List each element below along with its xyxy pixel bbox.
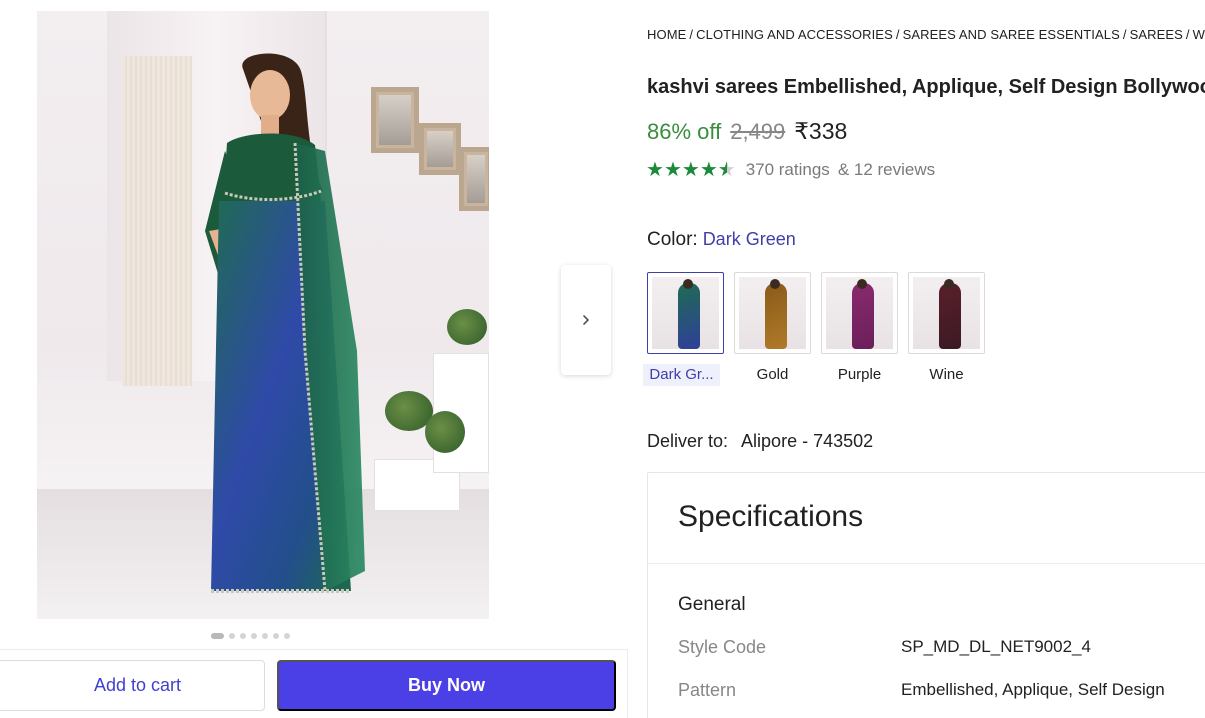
breadcrumb-item-sarees[interactable]: SAREES	[1130, 27, 1183, 42]
gallery-pagination	[211, 633, 290, 639]
photo-plant-2	[425, 411, 465, 453]
gallery-dot[interactable]	[262, 633, 268, 639]
specifications-divider	[648, 563, 1205, 564]
action-bar-vertical-divider	[627, 649, 628, 718]
rating-row[interactable]: ★ ★ ★ ★ ★ 370 ratings & 12 reviews	[646, 160, 935, 180]
product-main-image[interactable]	[37, 11, 489, 619]
star-icon: ★	[681, 159, 700, 181]
color-swatch-dark-green[interactable]: Dark Gr...	[643, 272, 724, 386]
swatch-thumbnail	[652, 277, 719, 349]
swatch-label: Dark Gr...	[643, 364, 720, 386]
spec-group-title: General	[678, 594, 746, 615]
gallery-dot[interactable]	[240, 633, 246, 639]
saree-model-figure	[205, 53, 365, 593]
spec-key: Pattern	[678, 680, 737, 700]
add-to-cart-button[interactable]: Add to cart	[0, 660, 265, 711]
gallery-dot[interactable]	[273, 633, 279, 639]
deliver-label: Deliver to:	[647, 431, 729, 451]
star-icon: ★	[646, 159, 664, 181]
swatch-thumbnail	[739, 277, 806, 349]
color-swatch-gold[interactable]: Gold	[734, 272, 811, 386]
gallery-dot[interactable]	[229, 633, 235, 639]
price-row: 86% off 2,499 ₹338	[647, 118, 847, 145]
spec-value: SP_MD_DL_NET9002_4	[901, 637, 1091, 656]
color-swatch-wine[interactable]: Wine	[908, 272, 985, 386]
original-price: 2,499	[730, 119, 786, 144]
star-icon: ★	[663, 159, 682, 181]
ratings-count[interactable]: 370 ratings	[746, 160, 830, 180]
swatch-thumbnail	[913, 277, 980, 349]
reviews-count[interactable]: & 12 reviews	[838, 160, 935, 180]
selected-color: Dark Green	[702, 229, 796, 249]
specifications-panel: Specifications General Style Code SP_MD_…	[647, 472, 1205, 718]
spec-row: Pattern Embellished, Applique, Self Desi…	[678, 680, 1165, 701]
chevron-right-icon	[583, 315, 589, 325]
color-swatch-purple[interactable]: Purple	[821, 272, 898, 386]
star-icon: ★	[699, 159, 718, 181]
rating-stars: ★ ★ ★ ★ ★	[646, 160, 736, 180]
photo-frame-3	[459, 147, 489, 211]
spec-row: Style Code SP_MD_DL_NET9002_4	[678, 637, 1091, 658]
buy-now-button[interactable]: Buy Now	[277, 660, 616, 711]
spec-value: Embellished, Applique, Self Design	[901, 680, 1165, 699]
spec-key: Style Code	[678, 637, 767, 657]
delivery-location[interactable]: Alipore - 743502	[741, 431, 873, 451]
star-half-icon: ★	[717, 159, 736, 181]
breadcrumb-item-women[interactable]: WOMEN	[1193, 27, 1205, 42]
gallery-dot[interactable]	[284, 633, 290, 639]
breadcrumb-item-sarees-essentials[interactable]: SAREES AND SAREE ESSENTIALS	[903, 27, 1120, 42]
product-title: kashvi sarees Embellished, Applique, Sel…	[647, 76, 1205, 98]
breadcrumb: HOME / CLOTHING AND ACCESSORIES / SAREES AND…	[647, 27, 1205, 42]
gallery-dot[interactable]	[211, 633, 224, 639]
color-label: Color:	[647, 229, 698, 250]
swatch-thumbnail	[826, 277, 893, 349]
photo-plant-3	[447, 309, 487, 345]
swatch-label: Wine	[929, 366, 964, 383]
delivery-row[interactable]: Deliver to: Alipore - 743502	[647, 431, 873, 452]
selling-price: ₹338	[794, 118, 848, 144]
photo-frame-2	[419, 123, 461, 175]
discount-percent: 86% off	[647, 119, 722, 144]
action-bar-divider	[0, 649, 628, 650]
gallery-dot[interactable]	[251, 633, 257, 639]
specifications-title: Specifications	[678, 500, 864, 533]
breadcrumb-item-clothing[interactable]: CLOTHING AND ACCESSORIES	[696, 27, 893, 42]
swatch-label: Gold	[756, 366, 789, 383]
breadcrumb-item-home[interactable]: HOME	[647, 27, 686, 42]
carousel-next-button[interactable]	[561, 265, 611, 375]
color-swatches: Dark Gr... Gold Purple Wine	[643, 272, 985, 386]
color-row: Color: Dark Green	[647, 229, 796, 251]
swatch-label: Purple	[837, 366, 882, 383]
